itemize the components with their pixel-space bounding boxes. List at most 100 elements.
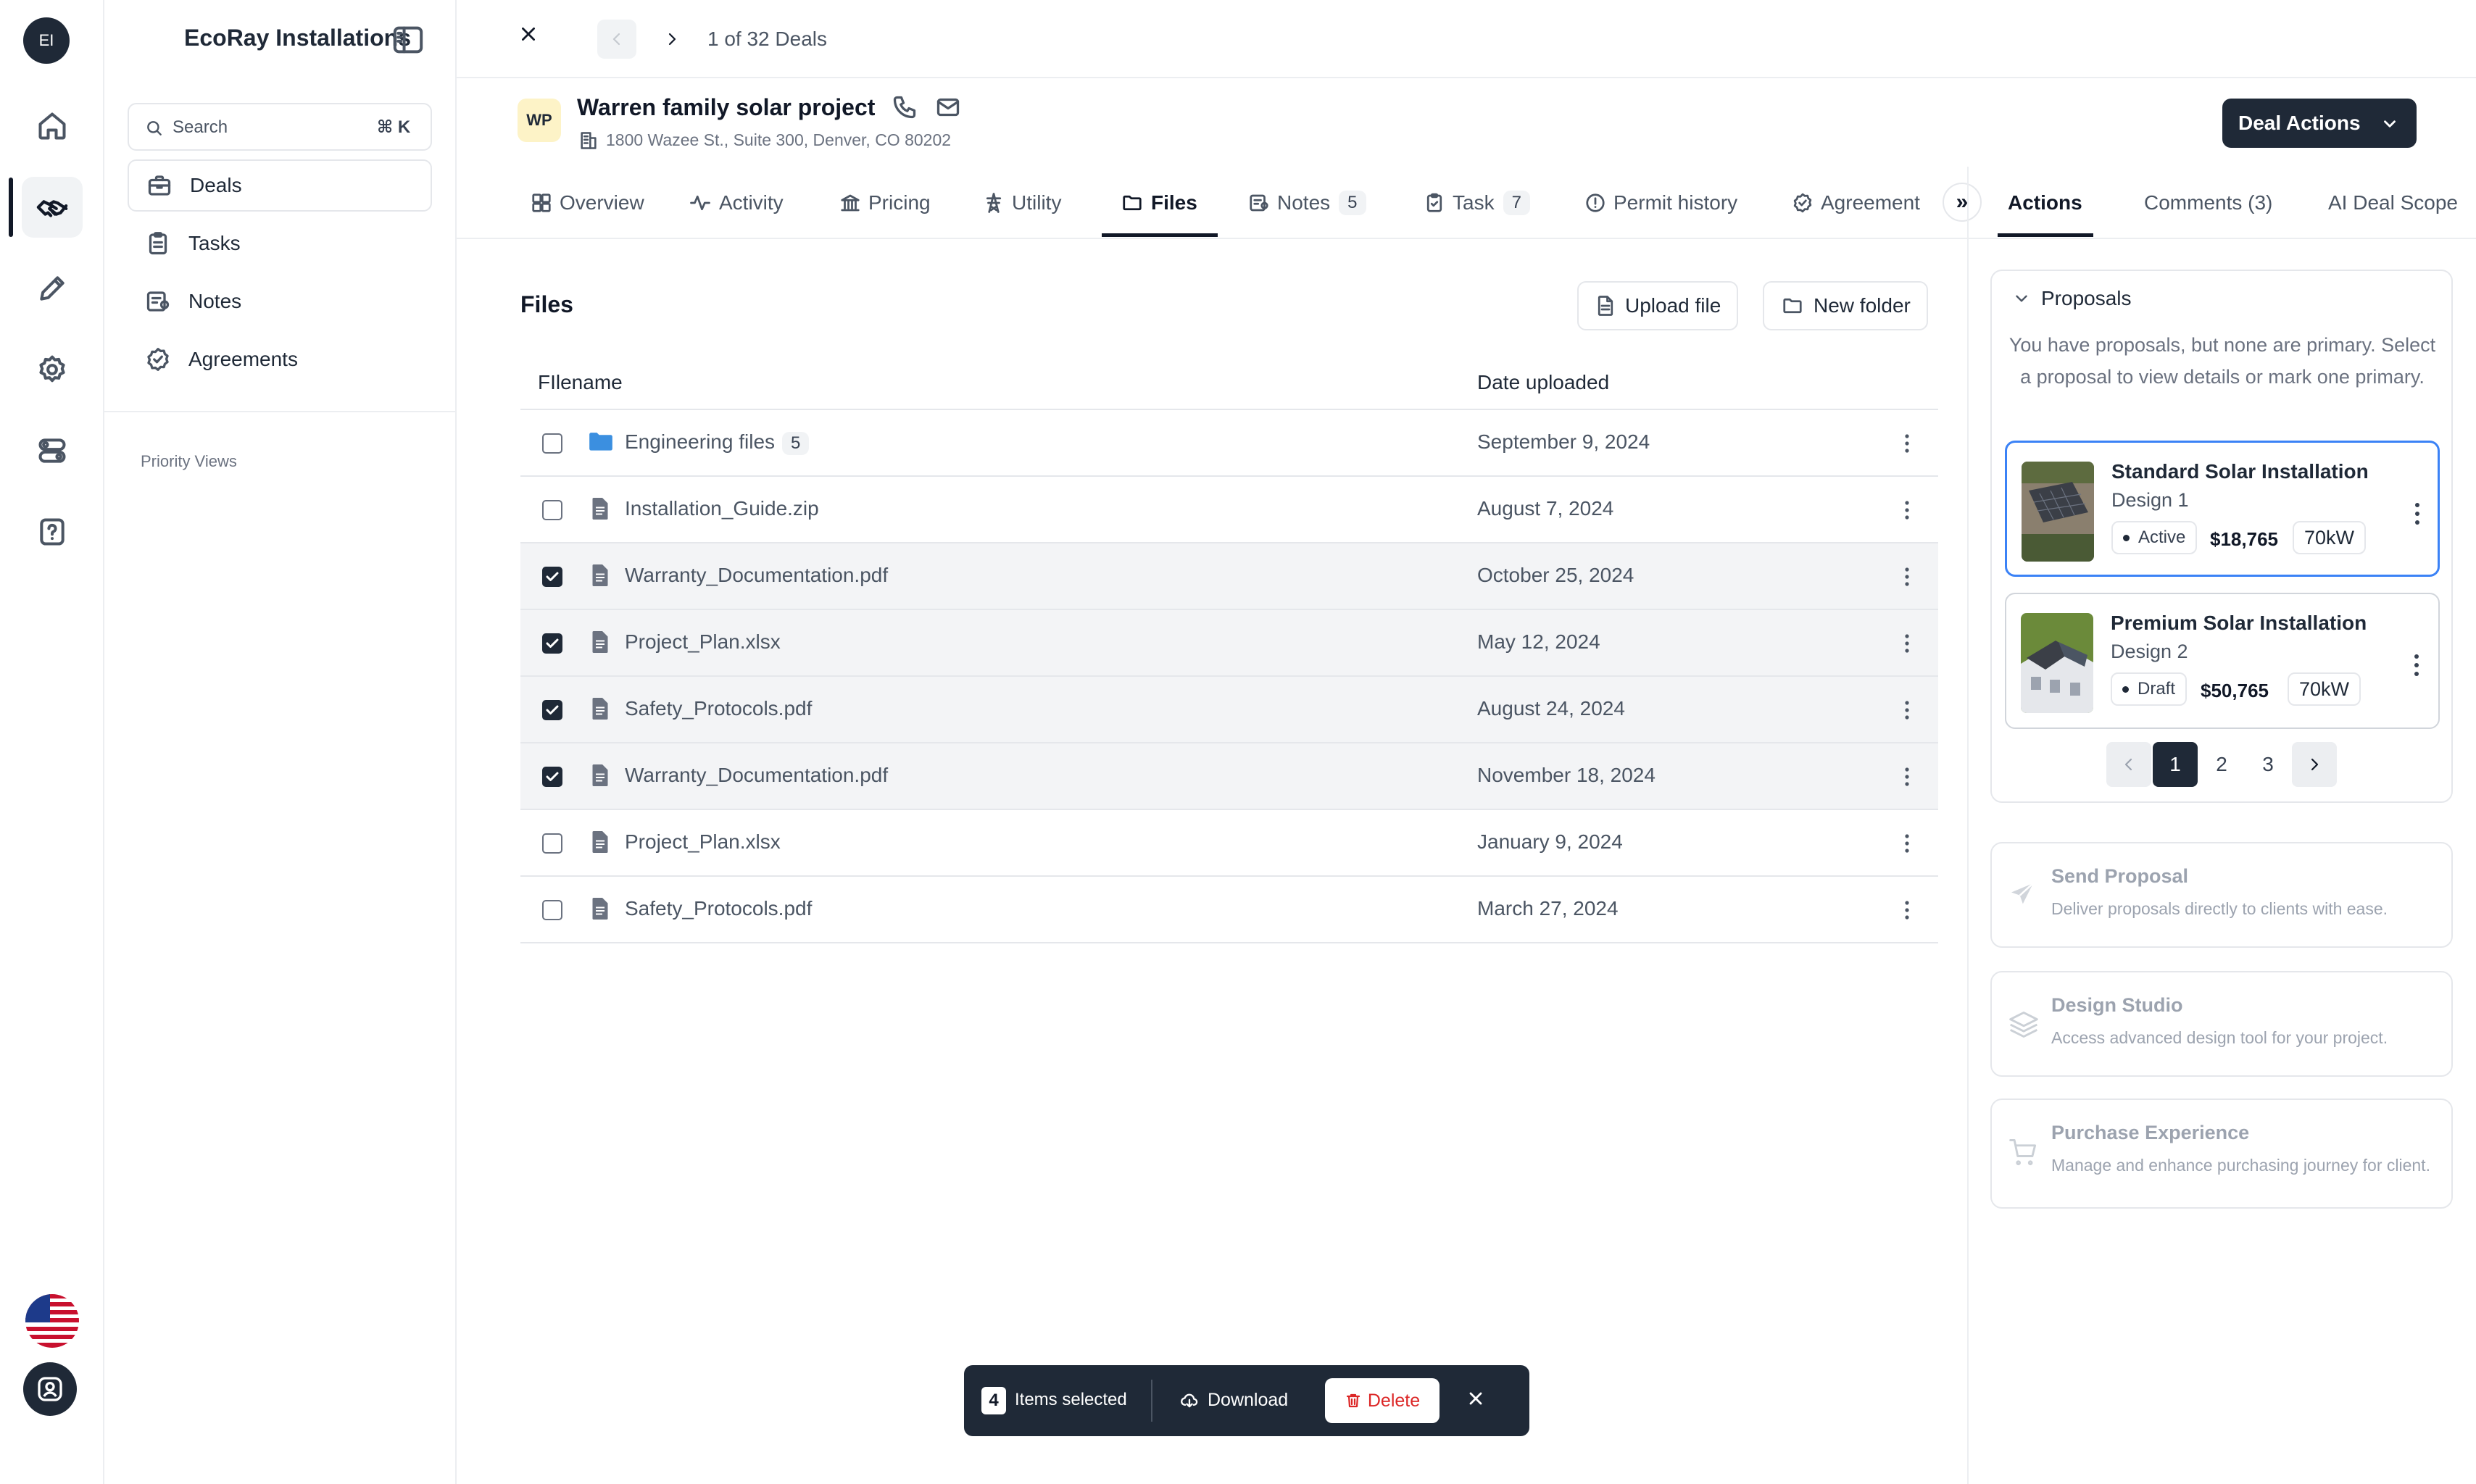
- expand-tabs-button[interactable]: »: [1943, 183, 1982, 222]
- file-name[interactable]: Project_Plan.xlsx: [625, 830, 781, 854]
- more-options-icon[interactable]: [1903, 899, 1911, 922]
- search-input[interactable]: Search ⌘ K: [128, 103, 432, 151]
- file-date: January 9, 2024: [1477, 830, 1623, 853]
- column-header-filename[interactable]: FIlename: [538, 371, 623, 394]
- tab-pricing[interactable]: Pricing: [839, 167, 931, 239]
- row-checkbox[interactable]: [542, 700, 562, 720]
- more-options-icon[interactable]: [2413, 501, 2422, 527]
- us-flag-icon[interactable]: [25, 1294, 79, 1348]
- feature-description: Access advanced design tool for your pro…: [2051, 1028, 2388, 1047]
- deal-address: 1800 Wazee St., Suite 300, Denver, CO 80…: [606, 130, 952, 149]
- home-icon[interactable]: [22, 96, 83, 157]
- design-studio-card[interactable]: Design Studio Access advanced design too…: [1990, 971, 2453, 1077]
- prev-deal-button[interactable]: [597, 20, 636, 59]
- proposal-thumbnail: [2022, 462, 2094, 562]
- row-checkbox[interactable]: [542, 633, 562, 654]
- download-button[interactable]: Download: [1179, 1390, 1288, 1411]
- nav-item-notes[interactable]: Notes: [128, 275, 432, 328]
- nav-item-tasks[interactable]: Tasks: [128, 217, 432, 270]
- more-options-icon[interactable]: [1903, 432, 1911, 455]
- nav-item-agreements[interactable]: Agreements: [128, 333, 432, 385]
- table-row[interactable]: Project_Plan.xlsx May 12, 2024: [520, 610, 1938, 677]
- pagination-page-3[interactable]: 3: [2246, 742, 2290, 787]
- more-options-icon[interactable]: [1903, 632, 1911, 655]
- table-row[interactable]: Warranty_Documentation.pdf October 25, 20…: [520, 543, 1938, 610]
- clear-selection-close-icon[interactable]: [1466, 1388, 1486, 1409]
- row-checkbox[interactable]: [542, 567, 562, 587]
- chevron-left-icon: [612, 33, 620, 46]
- more-options-icon[interactable]: [1903, 832, 1911, 855]
- row-checkbox[interactable]: [542, 900, 562, 920]
- tab-activity[interactable]: Activity: [689, 167, 784, 239]
- file-icon: [1598, 296, 1613, 316]
- pagination-page-2[interactable]: 2: [2199, 742, 2244, 787]
- table-row[interactable]: Installation_Guide.zip August 7, 2024: [520, 477, 1938, 543]
- tab-utility[interactable]: Utility: [983, 167, 1061, 239]
- table-row[interactable]: Safety_Protocols.pdf August 24, 2024: [520, 677, 1938, 743]
- send-proposal-card[interactable]: Send Proposal Deliver proposals directly…: [1990, 842, 2453, 948]
- close-icon[interactable]: [519, 25, 538, 43]
- table-row[interactable]: Project_Plan.xlsx January 9, 2024: [520, 810, 1938, 877]
- toggles-icon[interactable]: [22, 420, 83, 481]
- proposals-card: Proposals You have proposals, but none a…: [1990, 270, 2453, 803]
- file-name[interactable]: Safety_Protocols.pdf: [625, 697, 812, 720]
- tab-ai-deal-scope[interactable]: AI Deal Scope: [2328, 167, 2458, 239]
- tab-task[interactable]: Task 7: [1424, 167, 1530, 239]
- new-folder-button[interactable]: New folder: [1763, 281, 1928, 330]
- deal-actions-label: Deal Actions: [2238, 112, 2361, 134]
- file-name[interactable]: Engineering files 5: [625, 430, 810, 455]
- pagination-next-button[interactable]: [2292, 742, 2337, 787]
- badge-check-icon: [1793, 193, 1812, 213]
- more-options-icon[interactable]: [1903, 699, 1911, 722]
- delete-button[interactable]: Delete: [1325, 1378, 1440, 1423]
- upload-file-button[interactable]: Upload file: [1577, 281, 1739, 330]
- proposal-card[interactable]: Standard Solar Installation Design 1 Act…: [2005, 441, 2440, 577]
- tab-label: Task: [1453, 191, 1495, 214]
- file-name[interactable]: Safety_Protocols.pdf: [625, 897, 812, 920]
- document-icon: [592, 764, 608, 786]
- purchase-experience-card[interactable]: Purchase Experience Manage and enhance p…: [1990, 1099, 2453, 1209]
- proposal-thumbnail: [2021, 613, 2093, 713]
- deal-actions-button[interactable]: Deal Actions: [2222, 99, 2417, 148]
- file-name[interactable]: Project_Plan.xlsx: [625, 630, 781, 654]
- table-row[interactable]: Engineering files 5 September 9, 2024: [520, 410, 1938, 477]
- file-date: May 12, 2024: [1477, 630, 1600, 653]
- tab-permit-history[interactable]: Permit history: [1584, 167, 1737, 239]
- phone-icon[interactable]: [892, 94, 918, 120]
- table-row[interactable]: Warranty_Documentation.pdf November 18, 2…: [520, 743, 1938, 810]
- file-name[interactable]: Installation_Guide.zip: [625, 497, 819, 520]
- row-checkbox[interactable]: [542, 500, 562, 520]
- tab-overview[interactable]: Overview: [531, 167, 644, 239]
- file-name[interactable]: Warranty_Documentation.pdf: [625, 564, 888, 587]
- pagination-page-1[interactable]: 1: [2153, 742, 2198, 787]
- panel-toggle-icon[interactable]: [389, 22, 428, 58]
- more-options-icon[interactable]: [2412, 652, 2421, 678]
- row-checkbox[interactable]: [542, 833, 562, 854]
- proposal-price: $18,765: [2210, 528, 2278, 550]
- pagination-prev-button[interactable]: [2106, 742, 2151, 787]
- row-checkbox[interactable]: [542, 433, 562, 454]
- row-checkbox[interactable]: [542, 767, 562, 787]
- tab-agreement[interactable]: Agreement: [1792, 167, 1920, 239]
- next-deal-button[interactable]: [652, 20, 691, 59]
- deal-title: Warren family solar project: [577, 94, 876, 120]
- more-options-icon[interactable]: [1903, 765, 1911, 788]
- help-icon[interactable]: [22, 501, 83, 562]
- pencil-icon[interactable]: [22, 258, 83, 319]
- tab-comments[interactable]: Comments (3): [2144, 167, 2272, 239]
- more-options-icon[interactable]: [1903, 565, 1911, 588]
- more-options-icon[interactable]: [1903, 499, 1911, 522]
- mail-icon[interactable]: [935, 94, 961, 120]
- tab-notes[interactable]: Notes 5: [1248, 167, 1366, 239]
- proposal-card[interactable]: Premium Solar Installation Design 2 Draf…: [2005, 593, 2440, 729]
- proposals-toggle[interactable]: Proposals: [2012, 287, 2132, 310]
- nav-item-deals[interactable]: Deals: [128, 159, 432, 212]
- table-row[interactable]: Safety_Protocols.pdf March 27, 2024: [520, 877, 1938, 943]
- column-header-date[interactable]: Date uploaded: [1477, 371, 1609, 394]
- tab-actions[interactable]: Actions: [2008, 167, 2082, 239]
- handshake-icon[interactable]: [22, 177, 83, 238]
- settings-icon[interactable]: [22, 339, 83, 400]
- file-name[interactable]: Warranty_Documentation.pdf: [625, 764, 888, 787]
- user-avatar-icon[interactable]: [23, 1362, 77, 1416]
- tab-files[interactable]: Files: [1121, 167, 1197, 239]
